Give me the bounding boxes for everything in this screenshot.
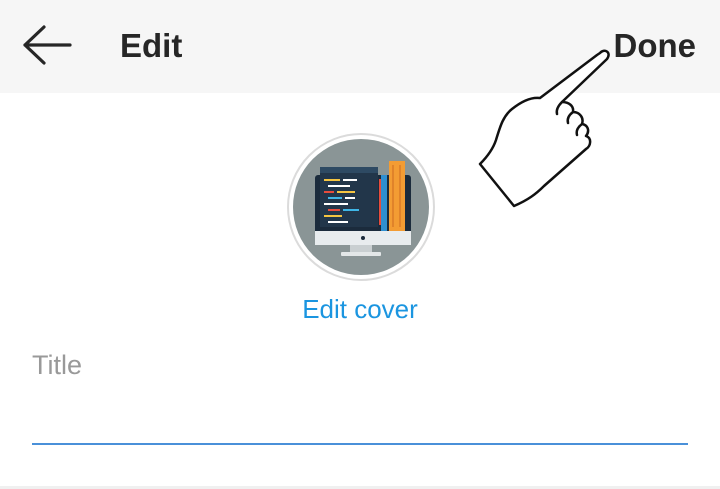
page-title: Edit	[120, 27, 183, 64]
title-field[interactable]	[32, 345, 688, 445]
edit-highlight-screen: Edit Done Edit cover Title	[0, 0, 720, 489]
done-button[interactable]: Done	[614, 26, 697, 66]
title-input[interactable]	[32, 345, 688, 385]
cover-image-button[interactable]	[287, 133, 435, 281]
top-bar: Edit Done	[0, 0, 720, 93]
arrow-left-icon	[23, 25, 72, 65]
desktop-code-icon	[293, 139, 429, 275]
back-button[interactable]	[14, 17, 78, 73]
title-input-underline	[32, 443, 688, 445]
edit-cover-link[interactable]: Edit cover	[0, 293, 720, 325]
